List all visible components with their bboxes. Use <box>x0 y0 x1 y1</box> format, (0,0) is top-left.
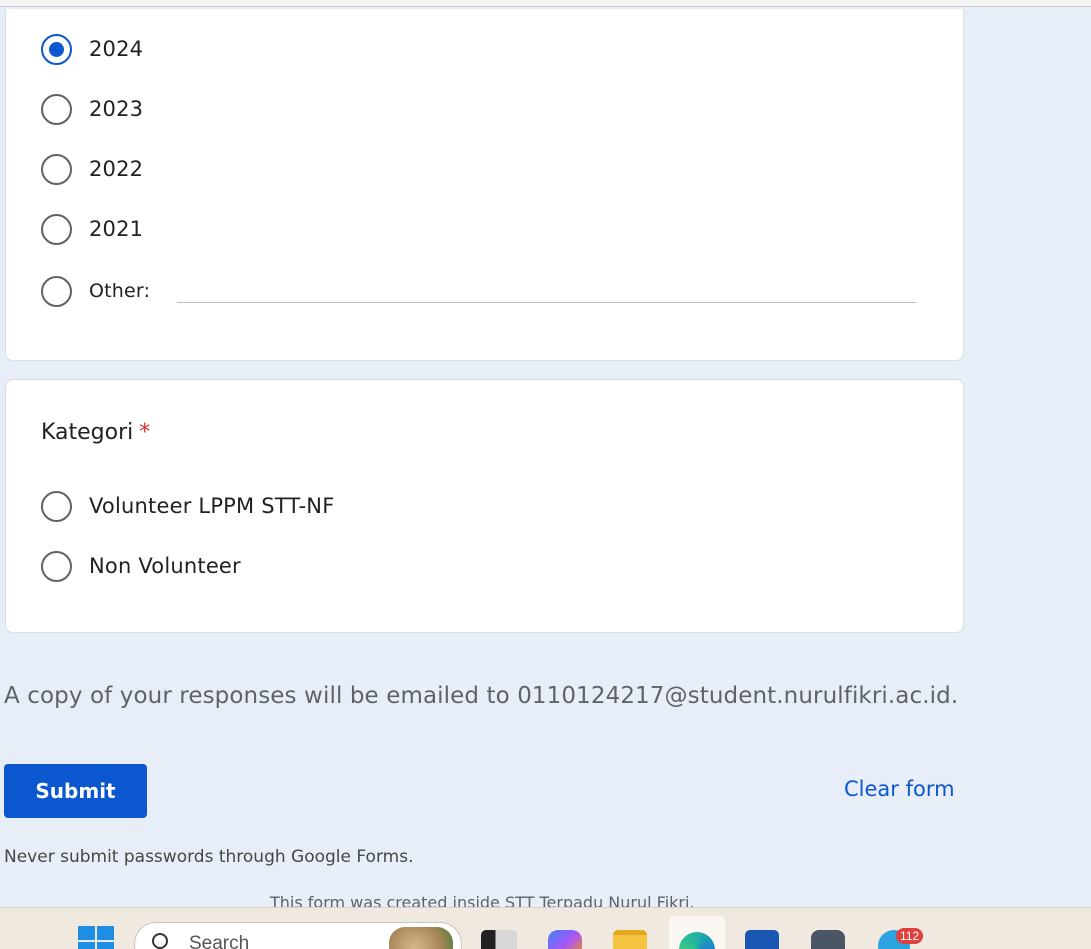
search-icon <box>152 933 168 949</box>
radio-button[interactable] <box>41 153 72 185</box>
option-label: 2024 <box>89 37 144 61</box>
option-label: 2021 <box>89 217 144 241</box>
year-question-card: 2024 2023 2022 2021 Other: <box>5 9 964 361</box>
radio-option-other[interactable]: Other: <box>41 275 150 307</box>
radio-option-volunteer[interactable]: Volunteer LPPM STT-NF <box>41 490 335 522</box>
taskbar: Search 112 <box>0 907 1091 949</box>
taskbar-search-box[interactable]: Search <box>134 922 462 949</box>
kategori-question-card: Kategori * Volunteer LPPM STT-NF Non Volu… <box>5 379 964 633</box>
radio-option-non-volunteer[interactable]: Non Volunteer <box>41 550 241 582</box>
windows-start-icon[interactable] <box>78 926 114 949</box>
microsoft-store-icon[interactable] <box>745 930 779 949</box>
option-label: 2023 <box>89 97 144 121</box>
edge-taskbar-button[interactable] <box>669 916 725 949</box>
radio-button-selected[interactable] <box>41 33 72 65</box>
submit-button[interactable]: Submit <box>4 764 147 818</box>
clear-form-link[interactable]: Clear form <box>844 777 955 801</box>
required-asterisk: * <box>139 420 151 445</box>
email-copy-note: A copy of your responses will be emailed… <box>4 683 959 709</box>
search-placeholder: Search <box>189 933 250 949</box>
radio-button[interactable] <box>41 93 72 125</box>
option-label: Non Volunteer <box>89 554 241 578</box>
radio-button[interactable] <box>41 490 72 522</box>
notification-badge: 112 <box>896 928 924 944</box>
radio-option-2022[interactable]: 2022 <box>41 153 143 185</box>
browser-top-edge <box>0 0 1091 7</box>
radio-button[interactable] <box>41 550 72 582</box>
question-title-text: Kategori <box>41 420 134 445</box>
radio-option-2023[interactable]: 2023 <box>41 93 143 125</box>
password-warning: Never submit passwords through Google Fo… <box>4 847 414 867</box>
question-title: Kategori * <box>41 420 150 445</box>
radio-button[interactable] <box>41 275 72 307</box>
radio-button[interactable] <box>41 213 72 245</box>
file-explorer-icon[interactable] <box>613 930 647 949</box>
task-view-icon[interactable] <box>481 930 517 949</box>
edge-browser-icon <box>679 932 715 949</box>
copilot-icon[interactable] <box>548 930 582 949</box>
radio-option-2024[interactable]: 2024 <box>41 33 143 65</box>
search-highlight-image <box>389 927 453 949</box>
other-option-label: Other: <box>89 280 151 302</box>
other-text-input[interactable] <box>177 302 916 303</box>
option-label: 2022 <box>89 157 144 181</box>
camera-icon[interactable] <box>811 930 845 949</box>
option-label: Volunteer LPPM STT-NF <box>89 494 335 518</box>
radio-option-2021[interactable]: 2021 <box>41 213 143 245</box>
